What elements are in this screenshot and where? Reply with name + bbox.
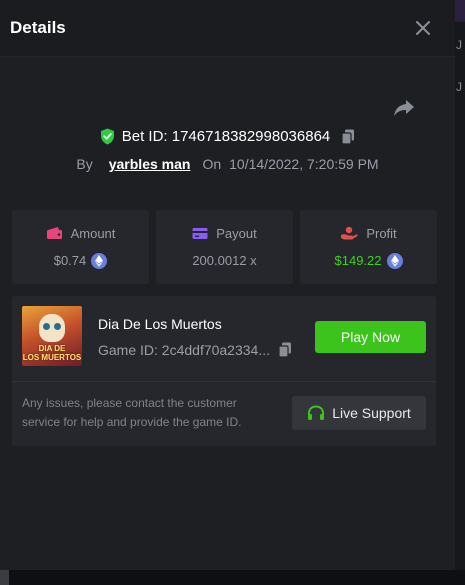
close-icon <box>416 21 430 35</box>
shield-check-icon <box>100 128 114 145</box>
game-id-text: Game ID: 2c4ddf70a2334... <box>98 342 270 358</box>
game-name: Dia De Los Muertos <box>98 316 222 332</box>
background-glyph: J <box>456 80 462 94</box>
game-id-row: Game ID: 2c4ddf70a2334... <box>98 342 292 358</box>
game-card: DIA DE LOS MUERTOS Dia De Los Muertos Ga… <box>12 296 436 446</box>
background-page-strip: J J <box>455 0 465 585</box>
help-text: Any issues, please contact the customer … <box>22 396 242 429</box>
game-thumbnail-logo: DIA DE LOS MUERTOS <box>22 344 82 362</box>
copy-icon <box>341 129 355 145</box>
stat-value: $0.74 <box>53 253 87 268</box>
dialog-header: Details <box>0 0 455 57</box>
bet-id-text: Bet ID: 1746718382998036864 <box>121 128 331 145</box>
stat-profit: Profit $149.22 <box>300 210 437 284</box>
dialog-title: Details <box>10 18 66 37</box>
share-button[interactable] <box>393 98 415 118</box>
by-label: By <box>76 156 93 172</box>
stat-amount: Amount $0.74 <box>12 210 149 284</box>
copy-game-id-button[interactable] <box>278 342 292 358</box>
stat-payout: Payout 200.0012 x <box>156 210 293 284</box>
stat-label: Payout <box>216 226 257 241</box>
hand-coin-icon <box>341 226 358 240</box>
username-link[interactable]: yarbles man <box>109 156 191 172</box>
ethereum-icon <box>91 252 108 269</box>
copy-icon <box>278 342 291 358</box>
divider <box>12 381 436 382</box>
share-icon <box>394 100 414 116</box>
live-support-label: Live Support <box>332 405 411 421</box>
bet-datetime: 10/14/2022, 7:20:59 PM <box>229 156 379 172</box>
ethereum-icon <box>386 252 403 269</box>
bet-stats: Amount $0.74 Payout 200.0012 x Profit $1… <box>12 210 437 284</box>
stat-label: Amount <box>70 225 116 241</box>
background-strip-accent <box>455 0 465 22</box>
play-now-button[interactable]: Play Now <box>315 321 426 353</box>
game-thumbnail[interactable]: DIA DE LOS MUERTOS <box>22 306 82 366</box>
details-dialog: Details Bet ID: 1746718382998036864 By y… <box>0 0 455 570</box>
card-icon <box>192 228 208 239</box>
bet-id-row: Bet ID: 1746718382998036864 <box>0 128 455 145</box>
stat-label: Profit <box>366 225 397 241</box>
live-support-button[interactable]: Live Support <box>292 396 426 430</box>
stat-value: 200.0012 x <box>192 253 257 268</box>
bet-author-row: By yarbles man On 10/14/2022, 7:20:59 PM <box>0 156 455 172</box>
wallet-icon <box>46 227 62 239</box>
background-glyph: J <box>456 38 462 52</box>
close-button[interactable] <box>413 18 433 38</box>
background-bottom <box>0 570 465 585</box>
on-label: On <box>202 156 222 172</box>
headset-icon <box>308 404 325 420</box>
stat-value: $149.22 <box>334 253 382 268</box>
copy-bet-id-button[interactable] <box>341 129 355 145</box>
